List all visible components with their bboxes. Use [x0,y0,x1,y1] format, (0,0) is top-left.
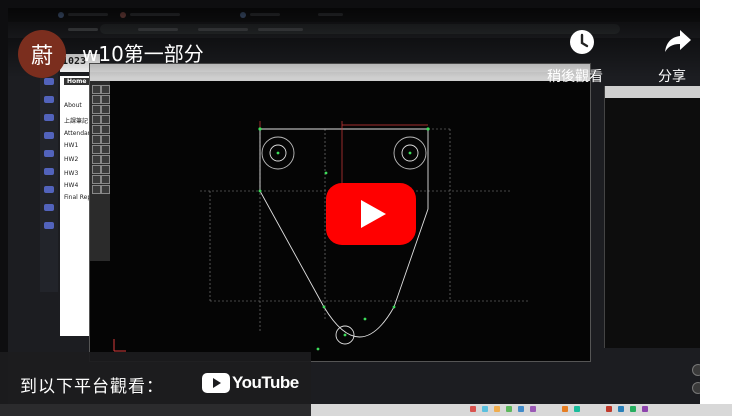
cad-tool-icon [101,85,110,94]
cad-tool-icon [101,115,110,124]
youtube-logo-text: YouTube [232,373,299,392]
rail-icon [44,132,54,139]
cad-tool-icon [101,145,110,154]
taskbar-icon [642,406,648,412]
cad-tool-icon [101,185,110,194]
cad-tool-icon [92,135,101,144]
cad-tool-icon [101,175,110,184]
taskbar-icon [470,406,476,412]
cad-tool-icon [92,85,101,94]
taskbar-icon [518,406,524,412]
cad-side-panel-toolbar [605,86,700,98]
cad-tool-icon [92,185,101,194]
screenshot-frame: 1023 Home About 上課筆記 Attendance HW1 HW2 … [0,0,732,416]
taskbar-icon [506,406,512,412]
cad-tool-icon [101,165,110,174]
cad-tool-icon [92,105,101,114]
taskbar-icon [606,406,612,412]
rail-icon [44,186,54,193]
sidebar-item: HW1 [64,142,79,149]
cad-tool-icon [101,105,110,114]
taskbar-icon [482,406,488,412]
youtube-play-icon[interactable] [326,183,416,245]
rail-icon [44,96,54,103]
taskbar-icon [494,406,500,412]
sidebar-item: HW2 [64,156,79,163]
taskbar-icon [618,406,624,412]
sidebar-item: HW3 [64,170,79,177]
recorded-round-button [692,382,700,394]
cad-tool-icon [101,155,110,164]
cad-tool-palette [90,81,110,261]
rail-icon [44,78,54,85]
recorded-round-button [692,364,700,376]
cad-tool-icon [92,155,101,164]
cad-tool-icon [101,125,110,134]
cad-tool-icon [92,125,101,134]
channel-avatar[interactable]: 蔚 [18,30,66,78]
page-right-margin [700,0,732,416]
sidebar-item: About [64,102,82,109]
rail-icon [44,204,54,211]
recorded-app-rail [40,72,58,292]
cad-tool-icon [92,95,101,104]
watch-later-button[interactable]: 稍後觀看 [547,66,603,86]
taskbar-icon [574,406,580,412]
share-button[interactable]: 分享 [658,66,686,86]
cad-tool-icon [101,135,110,144]
cad-tool-icon [92,115,101,124]
share-arrow-icon[interactable] [664,28,692,54]
cad-tool-icon [92,175,101,184]
taskbar-icon [630,406,636,412]
recorded-cad-side-panel [604,86,700,348]
clock-icon[interactable] [568,28,596,56]
rail-icon [44,168,54,175]
taskbar-icon [562,406,568,412]
cad-tool-icon [92,145,101,154]
rail-icon [44,114,54,121]
taskbar-icon [530,406,536,412]
channel-avatar-text: 蔚 [30,44,53,69]
rail-icon [44,222,54,229]
rail-icon [44,150,54,157]
cad-tool-icon [101,95,110,104]
watch-on-label: 到以下平台觀看： [20,377,164,397]
sidebar-home: Home [64,78,90,85]
sidebar-item: 上課筆記 [64,118,89,125]
sidebar-item: HW4 [64,182,79,189]
video-title[interactable]: w10第一部分 [82,38,204,67]
cad-tool-icon [92,165,101,174]
